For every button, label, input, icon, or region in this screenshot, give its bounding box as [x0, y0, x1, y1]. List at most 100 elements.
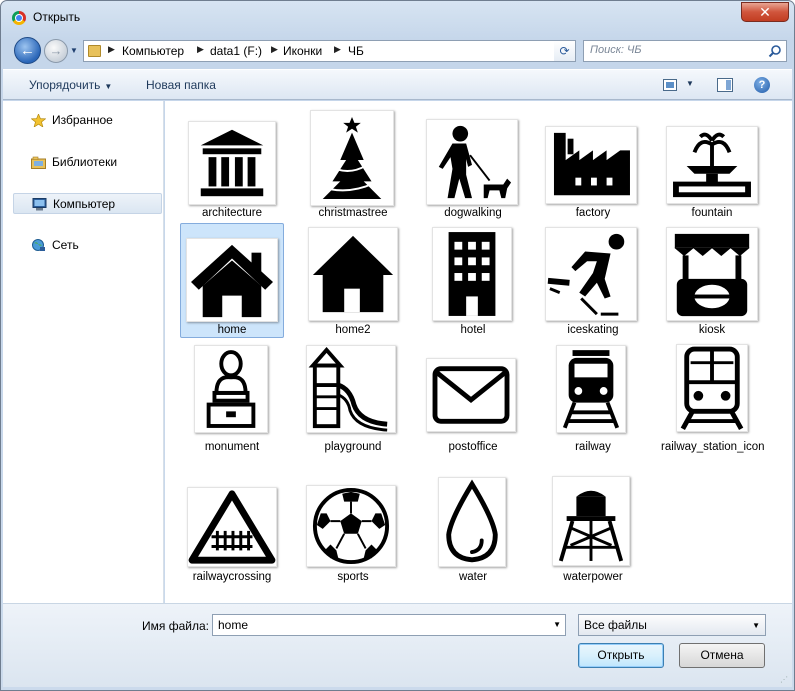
breadcrumb-bw[interactable]: ЧБ — [348, 44, 364, 58]
file-name: factory — [575, 207, 611, 219]
file-item-home[interactable]: home — [180, 223, 284, 338]
file-item-iceskating[interactable]: iceskating — [541, 223, 645, 338]
kiosk-icon — [674, 233, 750, 317]
sidebar-item-favorites[interactable]: Избранное — [13, 110, 162, 131]
title-bar[interactable]: Открыть ✕ — [1, 1, 794, 34]
file-name: dogwalking — [444, 207, 502, 219]
file-item-waterpower[interactable]: waterpower — [541, 472, 645, 587]
organize-label: Упорядочить — [29, 78, 101, 92]
home2-icon — [312, 235, 394, 313]
breadcrumb-computer[interactable]: Компьютер — [122, 44, 184, 58]
file-item-christmastree[interactable]: christmastree — [301, 106, 405, 221]
file-item-hotel[interactable]: hotel — [421, 223, 525, 338]
sidebar-item-label: Библиотеки — [52, 155, 118, 169]
chevron-right-icon[interactable]: ▶ — [197, 44, 204, 55]
star-icon — [31, 114, 46, 127]
chevron-right-icon[interactable]: ▶ — [334, 44, 341, 55]
chrome-icon — [12, 11, 26, 25]
file-item-fountain[interactable]: fountain — [660, 106, 764, 221]
window-title: Открыть — [33, 10, 81, 24]
computer-icon — [32, 198, 47, 211]
hotel-icon — [448, 232, 496, 316]
factory-icon — [553, 132, 630, 196]
file-name: sports — [337, 571, 369, 583]
breadcrumb-drive[interactable]: data1 (F:) — [210, 44, 262, 58]
file-name: kiosk — [698, 324, 726, 336]
file-name: playground — [324, 441, 382, 453]
file-name: architecture — [201, 207, 263, 219]
file-name: railway — [575, 441, 611, 453]
home-icon — [191, 244, 273, 318]
file-name: railway_station_icon — [661, 441, 765, 453]
chevron-down-icon: ▼ — [104, 82, 113, 91]
file-name: iceskating — [567, 324, 619, 336]
chevron-down-icon[interactable]: ▼ — [686, 79, 694, 88]
open-button[interactable]: Открыть — [578, 643, 664, 668]
file-item-railway-station[interactable]: railway_station_icon — [660, 340, 765, 455]
file-list: architecture christmastree dogwalking fa… — [165, 101, 792, 603]
file-item-kiosk[interactable]: kiosk — [660, 223, 764, 338]
architecture-icon — [200, 129, 264, 197]
help-icon[interactable]: ? — [754, 77, 770, 93]
water-tower-icon — [558, 490, 624, 562]
file-name: water — [458, 571, 488, 583]
file-item-railwaycrossing[interactable]: railwaycrossing — [180, 472, 284, 587]
search-input[interactable]: Поиск: ЧБ — [583, 40, 787, 62]
new-folder-button[interactable]: Новая папка — [146, 78, 216, 92]
railwaycrossing-icon — [188, 490, 276, 564]
christmastree-icon — [322, 117, 382, 199]
file-item-architecture[interactable]: architecture — [180, 106, 284, 221]
file-name: railwaycrossing — [192, 571, 272, 583]
file-item-postoffice[interactable]: postoffice — [421, 340, 525, 455]
filename-value[interactable]: home — [218, 618, 248, 632]
navigation-pane: Избранное Библиотеки Компьютер Сеть — [3, 101, 164, 603]
file-item-playground[interactable]: playground — [301, 340, 405, 455]
postoffice-icon — [432, 366, 510, 424]
recent-locations-dropdown[interactable]: ▼ — [70, 46, 80, 56]
file-name: hotel — [460, 324, 486, 336]
sidebar-item-computer[interactable]: Компьютер — [13, 193, 162, 214]
file-item-monument[interactable]: monument — [180, 340, 284, 455]
water-drop-icon — [446, 479, 498, 563]
sidebar-item-network[interactable]: Сеть — [13, 235, 162, 256]
navigation-bar: ← → ▼ ▶ Компьютер ▶ data1 (F:) ▶ Иконки … — [9, 36, 787, 66]
filename-input[interactable]: home ▼ — [212, 614, 566, 636]
view-mode-icon[interactable] — [663, 79, 677, 91]
chevron-right-icon[interactable]: ▶ — [108, 44, 115, 55]
sidebar-item-label: Избранное — [52, 113, 113, 127]
breadcrumb-icons[interactable]: Иконки — [283, 44, 322, 58]
fountain-icon — [673, 132, 751, 198]
chevron-right-icon[interactable]: ▶ — [271, 44, 278, 55]
filename-label: Имя файла: — [142, 619, 209, 633]
search-icon[interactable] — [768, 44, 782, 58]
file-name: fountain — [691, 207, 733, 219]
sidebar-item-label: Сеть — [52, 238, 79, 252]
library-icon — [31, 156, 46, 169]
file-item-water[interactable]: water — [421, 472, 525, 587]
chevron-down-icon: ▼ — [752, 621, 760, 630]
resize-grip-icon[interactable]: ⋰ — [780, 675, 790, 685]
back-button[interactable]: ← — [14, 37, 41, 64]
file-item-dogwalking[interactable]: dogwalking — [421, 106, 525, 221]
file-item-railway[interactable]: railway — [541, 340, 645, 455]
preview-pane-icon[interactable] — [717, 78, 733, 92]
cancel-button[interactable]: Отмена — [679, 643, 765, 668]
file-item-home2[interactable]: home2 — [301, 223, 405, 338]
command-bar: Упорядочить ▼ Новая папка ▼ ? — [3, 69, 792, 100]
address-bar[interactable]: ▶ Компьютер ▶ data1 (F:) ▶ Иконки ▶ ЧБ ▼ — [83, 40, 573, 62]
close-button[interactable]: ✕ — [741, 2, 789, 22]
forward-button[interactable]: → — [44, 39, 68, 63]
organize-button[interactable]: Упорядочить ▼ — [29, 78, 112, 92]
refresh-button[interactable]: ⟳ — [554, 40, 576, 62]
file-type-value: Все файлы — [584, 618, 647, 632]
dogwalking-icon — [438, 125, 512, 199]
file-item-factory[interactable]: factory — [541, 106, 645, 221]
playground-icon — [308, 346, 388, 432]
open-file-dialog: Открыть ✕ ← → ▼ ▶ Компьютер ▶ data1 (F:)… — [0, 0, 795, 691]
file-item-sports[interactable]: sports — [301, 472, 405, 587]
chevron-down-icon[interactable]: ▼ — [553, 620, 561, 629]
sidebar-item-libraries[interactable]: Библиотеки — [13, 152, 162, 173]
soccer-ball-icon — [312, 487, 390, 565]
file-type-select[interactable]: Все файлы ▼ — [578, 614, 766, 636]
file-name: christmastree — [318, 207, 388, 219]
